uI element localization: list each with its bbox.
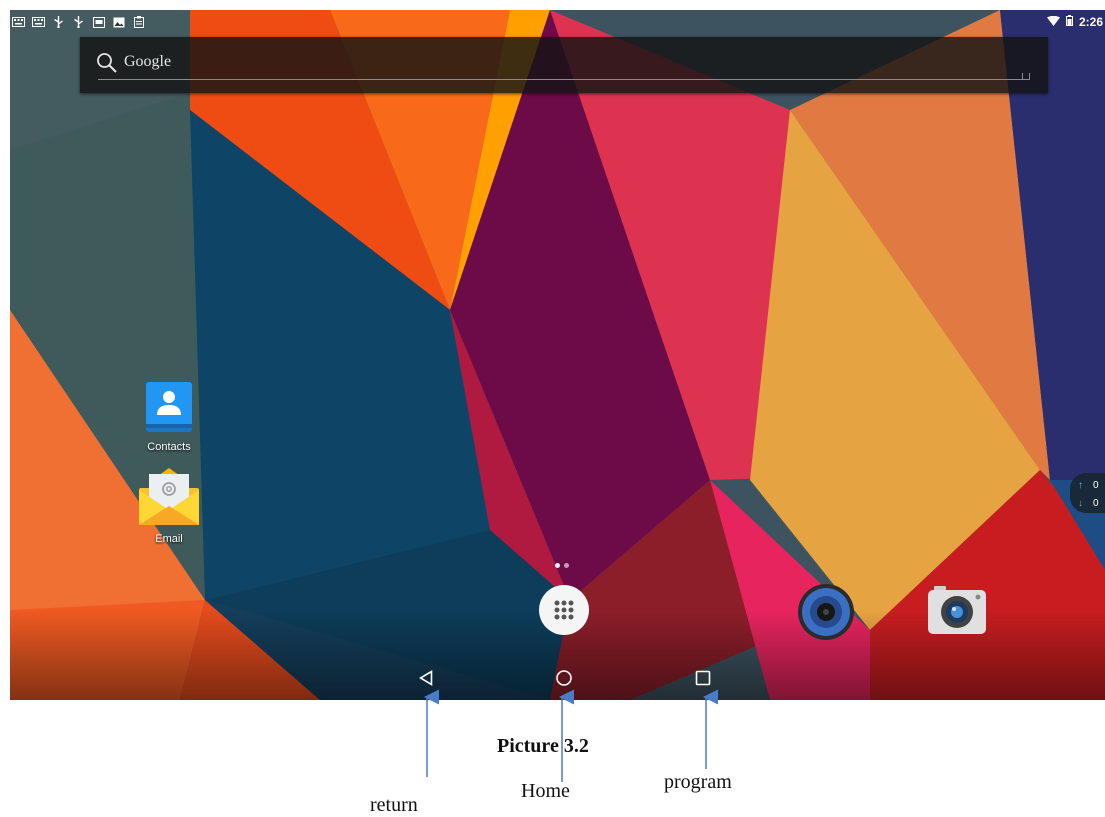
return-label: return (370, 794, 418, 816)
home-label: Home (521, 780, 570, 802)
annotation-arrows (424, 689, 718, 782)
program-label: program (664, 771, 732, 793)
figure-caption: Picture 3.2 (497, 735, 589, 757)
